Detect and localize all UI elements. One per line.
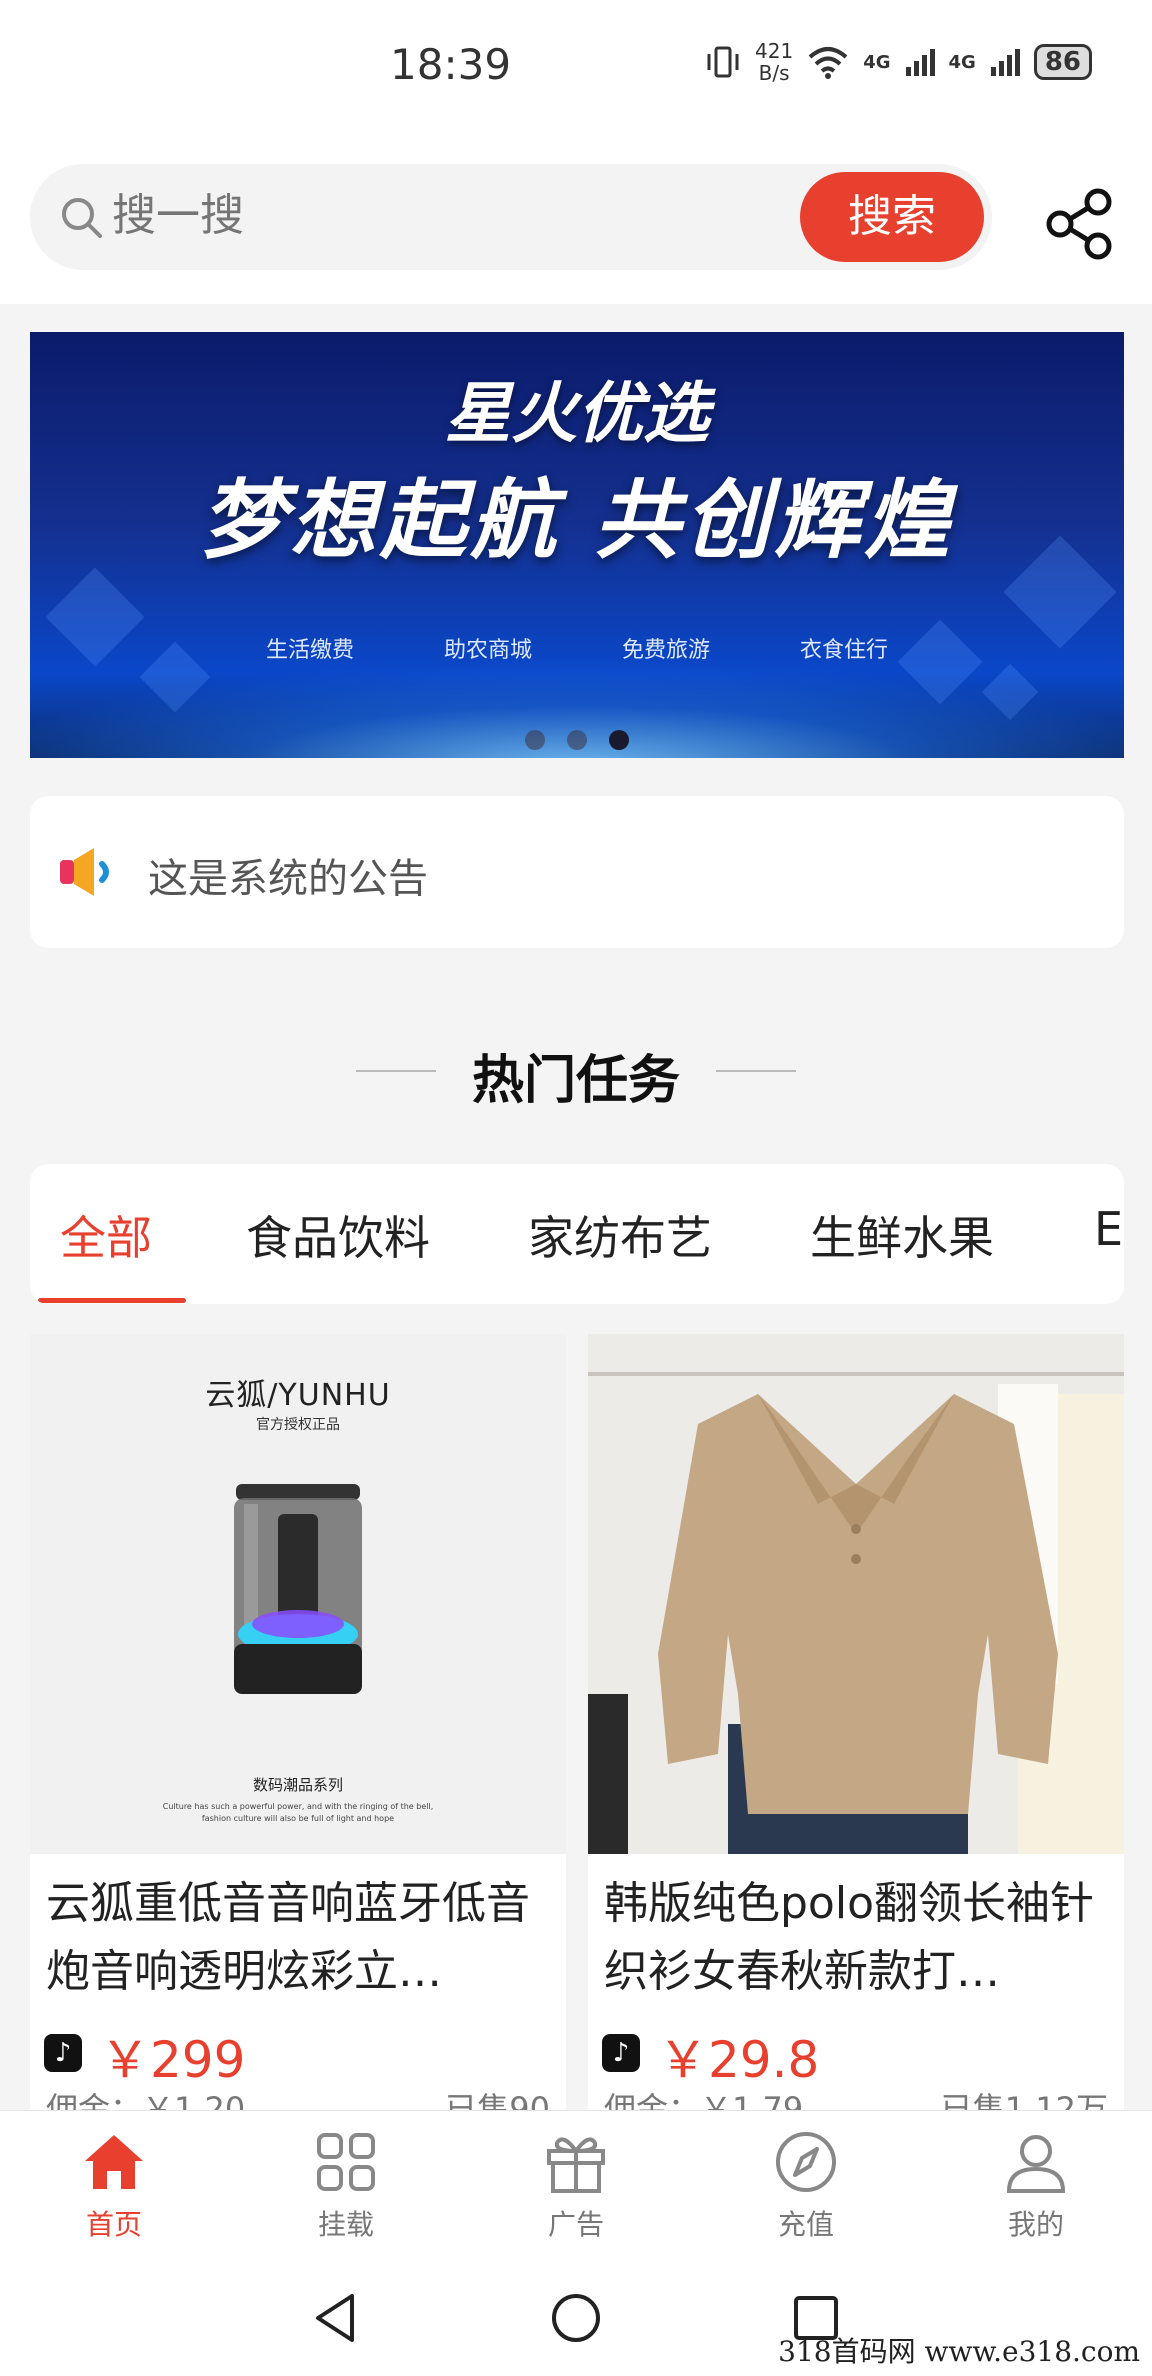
banner-tag: 生活缴费 <box>265 638 354 663</box>
product-image-caption: fashion culture will also be full of lig… <box>201 1814 395 1823</box>
product-image-series: 数码潮品系列 <box>252 1776 343 1794</box>
net-speed-value: 421 <box>755 39 794 63</box>
system-nav-bar: 318首码网 www.e318.com <box>0 2260 1152 2376</box>
notice-text: 这是系统的公告 <box>148 856 428 902</box>
search-button[interactable]: 搜索 <box>800 172 984 262</box>
signal-icon-2 <box>990 49 1020 76</box>
product-card[interactable]: 云狐/YUNHU 官方授权正品 数码潮品系列 Culture has such … <box>30 1334 566 2114</box>
douyin-icon: ♪ <box>44 2034 82 2072</box>
carousel-dot[interactable] <box>525 730 545 750</box>
user-icon <box>1006 2135 1066 2193</box>
carousel-dot-active[interactable] <box>609 730 629 750</box>
product-title: 韩版纯色polo翻领长袖针织衫女春秋新款打… <box>604 1878 1094 1997</box>
tabbar-ads[interactable]: 广告 <box>496 2129 656 2243</box>
tab-fresh-fruit[interactable]: 生鲜水果 <box>810 1202 994 1268</box>
tabbar-home[interactable]: 首页 <box>34 2129 194 2243</box>
section-divider-right <box>716 1070 796 1072</box>
product-price: ￥29.8 <box>658 2031 820 2089</box>
tabbar-mount[interactable]: 挂载 <box>266 2129 426 2243</box>
product-image-brand: 云狐/YUNHU <box>205 1378 391 1413</box>
tabbar-recharge[interactable]: 充值 <box>726 2129 886 2243</box>
search-box[interactable]: 搜索 <box>30 164 992 270</box>
banner-title: 星火优选 <box>445 374 709 452</box>
section-title: 热门任务 <box>471 1051 680 1111</box>
product-image-caption: Culture has such a powerful power, and w… <box>162 1802 434 1811</box>
gift-icon <box>547 2137 605 2193</box>
status-bar: 18:39 421 B/s 4G 4G 86 <box>0 0 1152 140</box>
tabbar-label: 充值 <box>777 2208 834 2241</box>
tab-all[interactable]: 全部 <box>60 1202 152 1268</box>
tabbar-label: 广告 <box>547 2208 604 2241</box>
banner-tag: 衣食住行 <box>800 638 889 663</box>
product-card[interactable]: 韩版纯色polo翻领长袖针织衫女春秋新款打… ♪ ￥29.8 佣金：￥1.79 … <box>588 1334 1124 2114</box>
sweater-product-illustration <box>588 1334 1124 1854</box>
product-image-sub: 官方授权正品 <box>256 1417 340 1433</box>
compass-icon <box>776 2132 836 2192</box>
tab-food-drink[interactable]: 食品饮料 <box>246 1202 430 1268</box>
status-icons: 421 B/s 4G 4G 86 <box>705 40 1092 84</box>
tabbar-label: 首页 <box>85 2208 142 2241</box>
net-speed-unit: B/s <box>758 61 790 85</box>
banner-tag: 助农商城 <box>443 638 532 663</box>
signal-icon-1 <box>905 49 935 76</box>
home-icon <box>85 2135 143 2189</box>
product-image: 云狐/YUNHU 官方授权正品 数码潮品系列 Culture has such … <box>30 1334 566 1854</box>
status-time: 18:39 <box>390 40 512 89</box>
tabbar-label: 我的 <box>1007 2208 1064 2241</box>
signal-label-1: 4G <box>863 51 891 73</box>
speaker-icon <box>60 848 109 896</box>
tab-more[interactable]: E <box>1094 1202 1123 1256</box>
carousel-dot[interactable] <box>567 730 587 750</box>
douyin-icon: ♪ <box>602 2034 640 2072</box>
speaker-product-illustration <box>234 1484 362 1694</box>
tabbar-label: 挂载 <box>317 2208 374 2241</box>
tab-active-indicator <box>38 1298 186 1303</box>
banner-carousel[interactable]: 星火优选 梦想起航 共创辉煌 生活缴费 助农商城 免费旅游 衣食住行 <box>30 332 1124 758</box>
header: 搜索 <box>0 140 1152 304</box>
tabbar-profile[interactable]: 我的 <box>956 2129 1116 2243</box>
bottom-tab-bar: 首页 挂载 广告 充值 我的 <box>0 2110 1152 2260</box>
category-tabs: 全部 食品饮料 家纺布艺 生鲜水果 E <box>30 1164 1124 1304</box>
share-icon[interactable] <box>1040 184 1120 264</box>
grid-icon <box>317 2133 375 2191</box>
battery-indicator: 86 <box>1033 44 1092 80</box>
notice-bar[interactable]: 这是系统的公告 <box>30 796 1124 948</box>
carousel-dots <box>30 730 1124 750</box>
signal-label-2: 4G <box>948 51 976 73</box>
search-icon <box>62 198 102 238</box>
vibrate-icon <box>707 46 739 78</box>
product-price: ￥299 <box>100 2031 246 2089</box>
banner-tag: 免费旅游 <box>622 638 711 663</box>
search-input[interactable] <box>112 190 712 241</box>
watermark: 318首码网 www.e318.com <box>778 2335 1140 2368</box>
back-icon[interactable] <box>306 2288 366 2348</box>
banner-slogan: 梦想起航 共创辉煌 <box>200 470 954 571</box>
product-image <box>588 1334 1124 1854</box>
banner-tags: 生活缴费 助农商城 免费旅游 衣食住行 <box>30 632 1124 664</box>
home-nav-icon[interactable] <box>546 2288 606 2348</box>
tab-home-textile[interactable]: 家纺布艺 <box>528 1202 712 1268</box>
product-title: 云狐重低音音响蓝牙低音炮音响透明炫彩立… <box>46 1878 530 1997</box>
net-speed: 421 B/s <box>755 40 793 84</box>
section-header: 热门任务 <box>0 1030 1152 1111</box>
wifi-icon <box>808 47 848 79</box>
